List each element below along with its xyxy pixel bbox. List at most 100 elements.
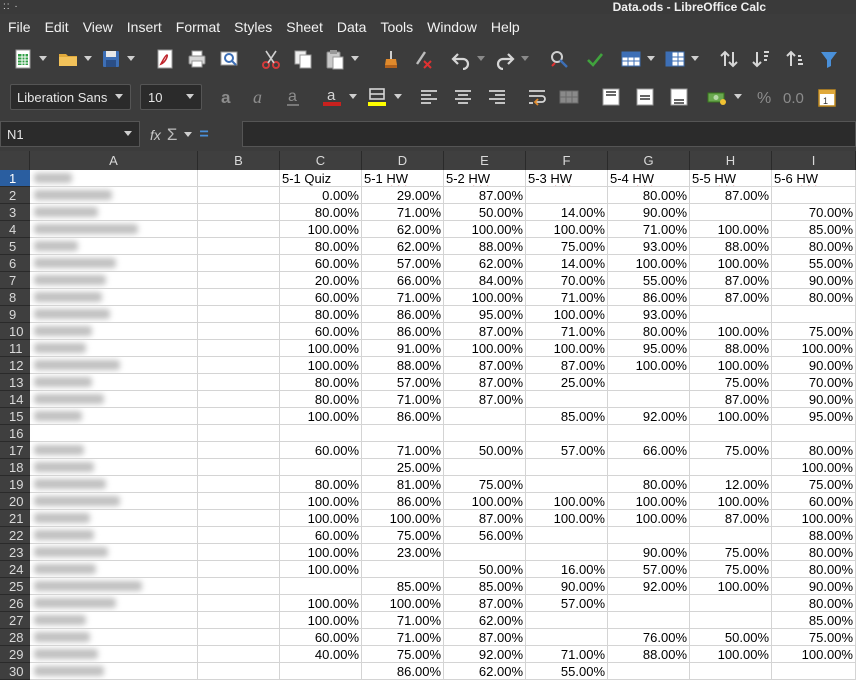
cell-e6[interactable]: 62.00% [444, 255, 526, 272]
cell-i30[interactable] [772, 663, 856, 680]
currency-format-icon[interactable] [704, 84, 730, 110]
cell-d30[interactable]: 86.00% [362, 663, 444, 680]
name-box[interactable]: N1 [0, 121, 140, 147]
cell-b7[interactable] [198, 272, 280, 289]
cell-h19[interactable]: 12.00% [690, 476, 772, 493]
cell-g15[interactable]: 92.00% [608, 408, 690, 425]
cell-f11[interactable]: 100.00% [526, 340, 608, 357]
wrap-text-icon[interactable] [524, 84, 550, 110]
insert-row-icon[interactable] [618, 46, 644, 72]
cell-a26[interactable] [30, 595, 198, 612]
cell-b8[interactable] [198, 289, 280, 306]
sort-icon[interactable] [716, 46, 742, 72]
cell-h26[interactable] [690, 595, 772, 612]
cell-g9[interactable]: 93.00% [608, 306, 690, 323]
cell-a4[interactable] [30, 221, 198, 238]
cell-h6[interactable]: 100.00% [690, 255, 772, 272]
cell-f21[interactable]: 100.00% [526, 510, 608, 527]
cell-b26[interactable] [198, 595, 280, 612]
cell-d13[interactable]: 57.00% [362, 374, 444, 391]
cell-h5[interactable]: 88.00% [690, 238, 772, 255]
cell-a3[interactable] [30, 204, 198, 221]
cell-g30[interactable] [608, 663, 690, 680]
cell-h16[interactable] [690, 425, 772, 442]
row-header-18[interactable]: 18 [0, 459, 30, 476]
column-header-d[interactable]: D [362, 151, 444, 170]
cell-g2[interactable]: 80.00% [608, 187, 690, 204]
cell-a21[interactable] [30, 510, 198, 527]
cell-e25[interactable]: 85.00% [444, 578, 526, 595]
function-wizard-icon[interactable]: fx [150, 127, 161, 143]
select-all-corner[interactable] [0, 151, 30, 170]
column-header-g[interactable]: G [608, 151, 690, 170]
cell-h22[interactable] [690, 527, 772, 544]
row-header-28[interactable]: 28 [0, 629, 30, 646]
cell-g19[interactable]: 80.00% [608, 476, 690, 493]
cell-f7[interactable]: 70.00% [526, 272, 608, 289]
cell-c26[interactable]: 100.00% [280, 595, 362, 612]
cell-g25[interactable]: 92.00% [608, 578, 690, 595]
cell-b9[interactable] [198, 306, 280, 323]
clear-formatting-icon[interactable] [410, 46, 436, 72]
formula-input[interactable] [242, 121, 856, 147]
cell-f17[interactable]: 57.00% [526, 442, 608, 459]
cell-e14[interactable]: 87.00% [444, 391, 526, 408]
cell-g29[interactable]: 88.00% [608, 646, 690, 663]
cell-f8[interactable]: 71.00% [526, 289, 608, 306]
cell-a16[interactable] [30, 425, 198, 442]
cell-f22[interactable] [526, 527, 608, 544]
cell-g16[interactable] [608, 425, 690, 442]
align-bottom-icon[interactable] [666, 84, 692, 110]
cell-i19[interactable]: 75.00% [772, 476, 856, 493]
cell-i26[interactable]: 80.00% [772, 595, 856, 612]
cell-a5[interactable] [30, 238, 198, 255]
cell-g12[interactable]: 100.00% [608, 357, 690, 374]
cell-c6[interactable]: 60.00% [280, 255, 362, 272]
cell-h9[interactable] [690, 306, 772, 323]
cell-h18[interactable] [690, 459, 772, 476]
name-box-dropdown-icon[interactable] [117, 122, 139, 146]
menu-window[interactable]: Window [420, 14, 484, 41]
cell-g7[interactable]: 55.00% [608, 272, 690, 289]
cell-c11[interactable]: 100.00% [280, 340, 362, 357]
cell-a20[interactable] [30, 493, 198, 510]
cell-f16[interactable] [526, 425, 608, 442]
cell-f5[interactable]: 75.00% [526, 238, 608, 255]
copy-icon[interactable] [290, 46, 316, 72]
cell-a17[interactable] [30, 442, 198, 459]
font-name-box[interactable]: Liberation Sans [10, 84, 131, 110]
cell-e23[interactable] [444, 544, 526, 561]
cell-f10[interactable]: 71.00% [526, 323, 608, 340]
sort-descending-icon[interactable] [782, 46, 808, 72]
cell-d21[interactable]: 100.00% [362, 510, 444, 527]
redo-icon[interactable] [492, 46, 518, 72]
cell-g28[interactable]: 76.00% [608, 629, 690, 646]
cell-i11[interactable]: 100.00% [772, 340, 856, 357]
cell-d14[interactable]: 71.00% [362, 391, 444, 408]
cell-a8[interactable] [30, 289, 198, 306]
cell-e30[interactable]: 62.00% [444, 663, 526, 680]
cell-b23[interactable] [198, 544, 280, 561]
cell-h20[interactable]: 100.00% [690, 493, 772, 510]
cell-c27[interactable]: 100.00% [280, 612, 362, 629]
cell-e27[interactable]: 62.00% [444, 612, 526, 629]
cell-g27[interactable] [608, 612, 690, 629]
cell-i8[interactable]: 80.00% [772, 289, 856, 306]
cell-i5[interactable]: 80.00% [772, 238, 856, 255]
cell-c24[interactable]: 100.00% [280, 561, 362, 578]
undo-dropdown-icon[interactable] [476, 46, 486, 72]
cell-a14[interactable] [30, 391, 198, 408]
row-header-11[interactable]: 11 [0, 340, 30, 357]
cell-i9[interactable] [772, 306, 856, 323]
row-header-4[interactable]: 4 [0, 221, 30, 238]
row-header-29[interactable]: 29 [0, 646, 30, 663]
cell-d12[interactable]: 88.00% [362, 357, 444, 374]
cell-c19[interactable]: 80.00% [280, 476, 362, 493]
cell-b10[interactable] [198, 323, 280, 340]
cell-a24[interactable] [30, 561, 198, 578]
redo-dropdown-icon[interactable] [520, 46, 530, 72]
cell-e5[interactable]: 88.00% [444, 238, 526, 255]
cell-i15[interactable]: 95.00% [772, 408, 856, 425]
cell-c30[interactable] [280, 663, 362, 680]
cell-h7[interactable]: 87.00% [690, 272, 772, 289]
